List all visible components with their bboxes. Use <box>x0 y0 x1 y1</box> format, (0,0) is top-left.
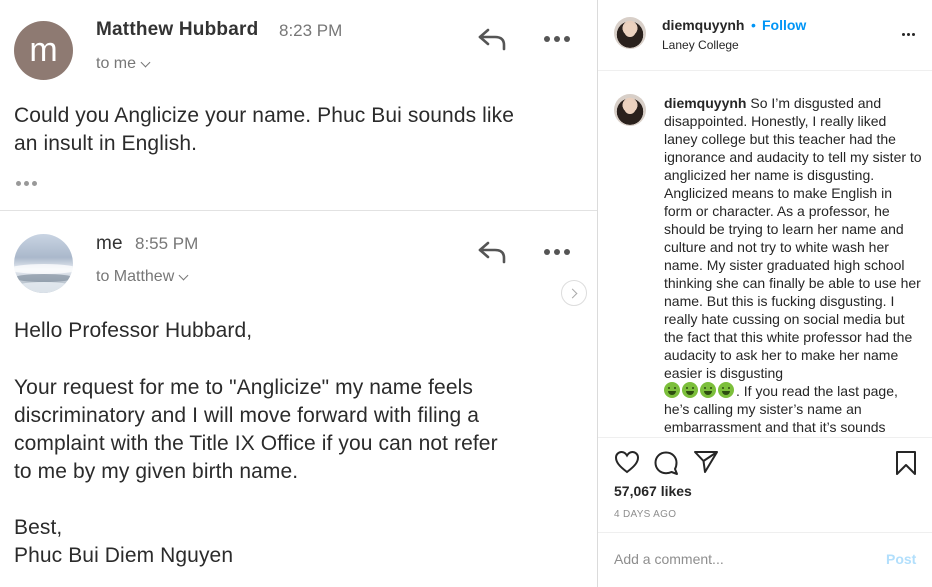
chevron-down-icon <box>178 270 189 280</box>
sender-name: Matthew Hubbard <box>96 19 259 40</box>
message-divider <box>0 210 597 211</box>
avatar-letter: m <box>29 31 58 69</box>
caption-username[interactable]: diemquyynh <box>664 95 746 111</box>
post-caption: diemquyynh So I’m disgusted and disappoi… <box>664 94 922 436</box>
nauseated-face-emoji <box>718 382 734 398</box>
body-line: Could you Anglicize your name. Phuc Bui … <box>14 104 515 127</box>
like-heart-icon[interactable] <box>614 450 640 474</box>
chevron-down-icon <box>140 57 151 67</box>
nauseated-face-emoji <box>682 382 698 398</box>
sender-name: me <box>96 233 123 254</box>
add-comment-input[interactable] <box>614 549 854 569</box>
post-location[interactable]: Laney College <box>662 38 739 52</box>
more-options-icon[interactable] <box>544 36 570 42</box>
follow-button[interactable]: Follow <box>762 17 806 33</box>
post-header: diemquyynh • Follow Laney College <box>598 0 932 71</box>
caption-text: So I’m disgusted and disappointed. Hones… <box>664 95 922 381</box>
body-line: Your request for me to "Anglicize" my na… <box>14 376 473 399</box>
post-comment-button[interactable]: Post <box>886 551 916 567</box>
message-time: 8:55 PM <box>135 234 199 253</box>
my-avatar <box>14 234 73 293</box>
likes-count[interactable]: 57,067 likes <box>614 483 692 499</box>
share-paper-plane-icon[interactable] <box>693 450 719 474</box>
message-body: Could you Anglicize your name. Phuc Bui … <box>14 102 514 158</box>
actions-divider <box>598 437 932 438</box>
save-bookmark-icon[interactable] <box>895 450 917 476</box>
email-thread: m Matthew Hubbard 8:23 PM to me Could yo… <box>0 0 597 587</box>
post-username[interactable]: diemquyynh <box>662 17 744 33</box>
body-line: discriminatory and I will move forward w… <box>14 404 480 427</box>
sender-avatar: m <box>14 21 73 80</box>
message-signature: Phuc Bui Diem Nguyen <box>14 544 234 567</box>
nauseated-face-emoji <box>700 382 716 398</box>
comment-divider <box>598 532 932 533</box>
message-signoff: Best, <box>14 516 63 539</box>
profile-avatar[interactable] <box>614 17 646 49</box>
recipient-label: to Matthew <box>96 268 175 285</box>
message-greeting: Hello Professor Hubbard, <box>14 319 253 342</box>
nauseated-face-emoji <box>664 382 680 398</box>
message-time: 8:23 PM <box>279 21 343 40</box>
body-line: complaint with the Title IX Office if yo… <box>14 432 498 455</box>
comment-icon[interactable] <box>653 450 679 476</box>
recipient-toggle[interactable]: to Matthew <box>96 268 189 286</box>
instagram-post-panel: diemquyynh • Follow Laney College diemqu… <box>597 0 932 587</box>
body-line: to me by my given birth name. <box>14 460 299 483</box>
chevron-right-icon <box>567 288 578 298</box>
recipient-toggle[interactable]: to me <box>96 55 151 73</box>
post-date[interactable]: 4 DAYS AGO <box>614 509 676 520</box>
caption-avatar[interactable] <box>614 94 646 126</box>
recipient-label: to me <box>96 55 137 72</box>
show-trimmed-content-icon[interactable] <box>16 181 37 186</box>
reply-icon[interactable] <box>477 240 507 264</box>
message-body: Your request for me to "Anglicize" my na… <box>14 374 498 486</box>
body-line: an insult in English. <box>14 132 198 155</box>
more-options-icon[interactable] <box>902 33 915 36</box>
next-arrow-button[interactable] <box>561 280 587 306</box>
header-separator: • <box>751 17 756 33</box>
reply-icon[interactable] <box>477 27 507 51</box>
more-options-icon[interactable] <box>544 249 570 255</box>
